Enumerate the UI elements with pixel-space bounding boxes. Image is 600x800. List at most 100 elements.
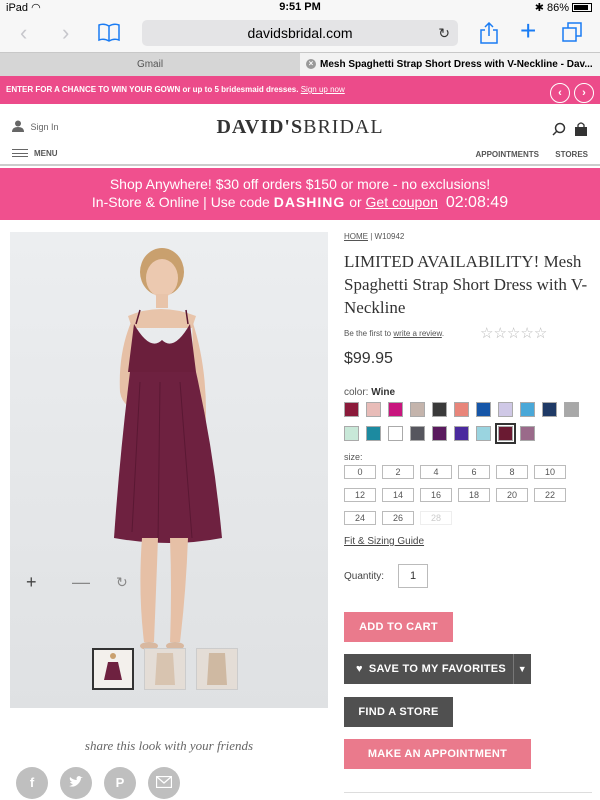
- size-option[interactable]: 24: [344, 511, 376, 525]
- color-swatch[interactable]: [388, 426, 403, 441]
- share-icon[interactable]: [480, 21, 498, 50]
- breadcrumb-home[interactable]: HOME: [344, 232, 368, 241]
- product-image[interactable]: + — ↻: [10, 232, 328, 708]
- dress-model-illustration: [10, 232, 328, 708]
- color-swatch[interactable]: [476, 402, 491, 417]
- tab-bar: Gmail × Mesh Spaghetti Strap Short Dress…: [0, 52, 600, 76]
- promo-text: ENTER FOR A CHANCE TO WIN YOUR GOWN or u…: [6, 85, 299, 94]
- quantity-input[interactable]: 1: [398, 564, 428, 588]
- facebook-icon[interactable]: f: [16, 767, 48, 799]
- email-icon[interactable]: [148, 767, 180, 799]
- color-swatch[interactable]: [410, 402, 425, 417]
- size-option[interactable]: 2: [382, 465, 414, 479]
- size-option[interactable]: 22: [534, 488, 566, 502]
- size-option[interactable]: 18: [458, 488, 490, 502]
- color-swatch[interactable]: [388, 402, 403, 417]
- color-swatch[interactable]: [564, 402, 579, 417]
- color-swatch[interactable]: [454, 402, 469, 417]
- product-title: LIMITED AVAILABILITY! Mesh Spaghetti Str…: [344, 252, 588, 317]
- color-swatch[interactable]: [454, 426, 469, 441]
- color-swatch[interactable]: [520, 402, 535, 417]
- thumbnail-3[interactable]: [196, 648, 238, 690]
- size-option[interactable]: 16: [420, 488, 452, 502]
- size-option[interactable]: 6: [458, 465, 490, 479]
- heart-icon: ♥: [356, 663, 363, 675]
- back-icon[interactable]: ‹: [20, 20, 27, 46]
- size-label: size:: [344, 452, 363, 462]
- status-bar: iPad ◠ 9:51 PM ✱ 86%: [0, 0, 600, 16]
- chevron-down-icon[interactable]: ▼: [512, 654, 527, 684]
- rotate-icon[interactable]: ↻: [116, 574, 128, 591]
- tab-gmail[interactable]: Gmail: [0, 53, 300, 76]
- search-icon[interactable]: [552, 122, 570, 140]
- stores-link[interactable]: STORES: [555, 150, 588, 159]
- twitter-icon[interactable]: [60, 767, 92, 799]
- close-tab-icon[interactable]: ×: [306, 59, 316, 69]
- write-review-link[interactable]: write a review: [393, 329, 441, 338]
- size-option[interactable]: 8: [496, 465, 528, 479]
- divider: [344, 792, 592, 793]
- quantity-label: Quantity:: [344, 571, 385, 582]
- address-bar[interactable]: davidsbridal.com ↻: [142, 20, 458, 46]
- size-option[interactable]: 0: [344, 465, 376, 479]
- color-swatch[interactable]: [432, 426, 447, 441]
- color-swatch[interactable]: [366, 402, 381, 417]
- promo-prev-icon[interactable]: ‹: [550, 83, 570, 103]
- url-text: davidsbridal.com: [247, 25, 353, 41]
- pinterest-icon[interactable]: P: [104, 767, 136, 799]
- browser-toolbar: ‹ › davidsbridal.com ↻ +: [0, 16, 600, 52]
- thumbnail-1[interactable]: [92, 648, 134, 690]
- hamburger-icon: [12, 149, 28, 157]
- size-option[interactable]: 10: [534, 465, 566, 479]
- new-tab-icon[interactable]: +: [520, 17, 536, 45]
- menu-button[interactable]: MENU: [12, 149, 58, 158]
- color-swatch[interactable]: [495, 423, 516, 444]
- fit-sizing-guide-link[interactable]: Fit & Sizing Guide: [344, 536, 424, 547]
- color-swatch[interactable]: [344, 426, 359, 441]
- shopping-bag-icon[interactable]: [574, 122, 588, 140]
- thumbnail-2[interactable]: [144, 648, 186, 690]
- zoom-in-icon[interactable]: +: [26, 572, 37, 593]
- bookmarks-icon[interactable]: [98, 22, 120, 48]
- get-coupon-link[interactable]: Get coupon: [366, 194, 438, 210]
- forward-icon[interactable]: ›: [62, 20, 69, 46]
- breadcrumb: HOME | W10942: [344, 232, 405, 241]
- battery-status: ✱ 86%: [535, 1, 592, 14]
- logo[interactable]: DAVID'SBRIDAL: [0, 116, 600, 139]
- reload-icon[interactable]: ↻: [438, 20, 450, 46]
- promo-next-icon[interactable]: ›: [574, 83, 594, 103]
- clock: 9:51 PM: [279, 1, 321, 13]
- tabs-icon[interactable]: [562, 22, 582, 48]
- color-swatch[interactable]: [432, 402, 447, 417]
- size-option[interactable]: 12: [344, 488, 376, 502]
- add-to-cart-button[interactable]: ADD TO CART: [344, 612, 453, 642]
- review-prompt: Be the first to write a review.: [344, 329, 445, 338]
- size-option[interactable]: 20: [496, 488, 528, 502]
- color-swatch[interactable]: [542, 402, 557, 417]
- color-swatch[interactable]: [476, 426, 491, 441]
- size-option[interactable]: 26: [382, 511, 414, 525]
- appointments-link[interactable]: APPOINTMENTS: [475, 150, 539, 159]
- size-option[interactable]: 14: [382, 488, 414, 502]
- tab-active-label: Mesh Spaghetti Strap Short Dress with V-…: [320, 59, 593, 70]
- battery-icon: [572, 3, 592, 12]
- zoom-out-icon[interactable]: —: [72, 572, 90, 593]
- find-a-store-button[interactable]: FIND A STORE: [344, 697, 453, 727]
- color-label: color: Wine: [344, 387, 396, 398]
- tab-active[interactable]: × Mesh Spaghetti Strap Short Dress with …: [300, 53, 600, 76]
- color-swatch[interactable]: [344, 402, 359, 417]
- banner-line1: Shop Anywhere! $30 off orders $150 or mo…: [109, 176, 491, 192]
- color-swatch[interactable]: [410, 426, 425, 441]
- promo-signup-link[interactable]: Sign up now: [301, 85, 345, 94]
- color-swatch[interactable]: [498, 402, 513, 417]
- color-swatch[interactable]: [366, 426, 381, 441]
- star-icon: ☆: [480, 325, 494, 342]
- star-icon: ☆: [506, 325, 521, 342]
- color-swatch[interactable]: [520, 426, 535, 441]
- bluetooth-icon: ✱: [534, 2, 544, 14]
- breadcrumb-sku: W10942: [374, 232, 405, 241]
- save-to-favorites-button[interactable]: ♥ SAVE TO MY FAVORITES ▼: [344, 654, 531, 684]
- size-option[interactable]: 4: [420, 465, 452, 479]
- star-icon: ☆: [520, 325, 534, 342]
- make-appointment-button[interactable]: MAKE AN APPOINTMENT: [344, 739, 531, 769]
